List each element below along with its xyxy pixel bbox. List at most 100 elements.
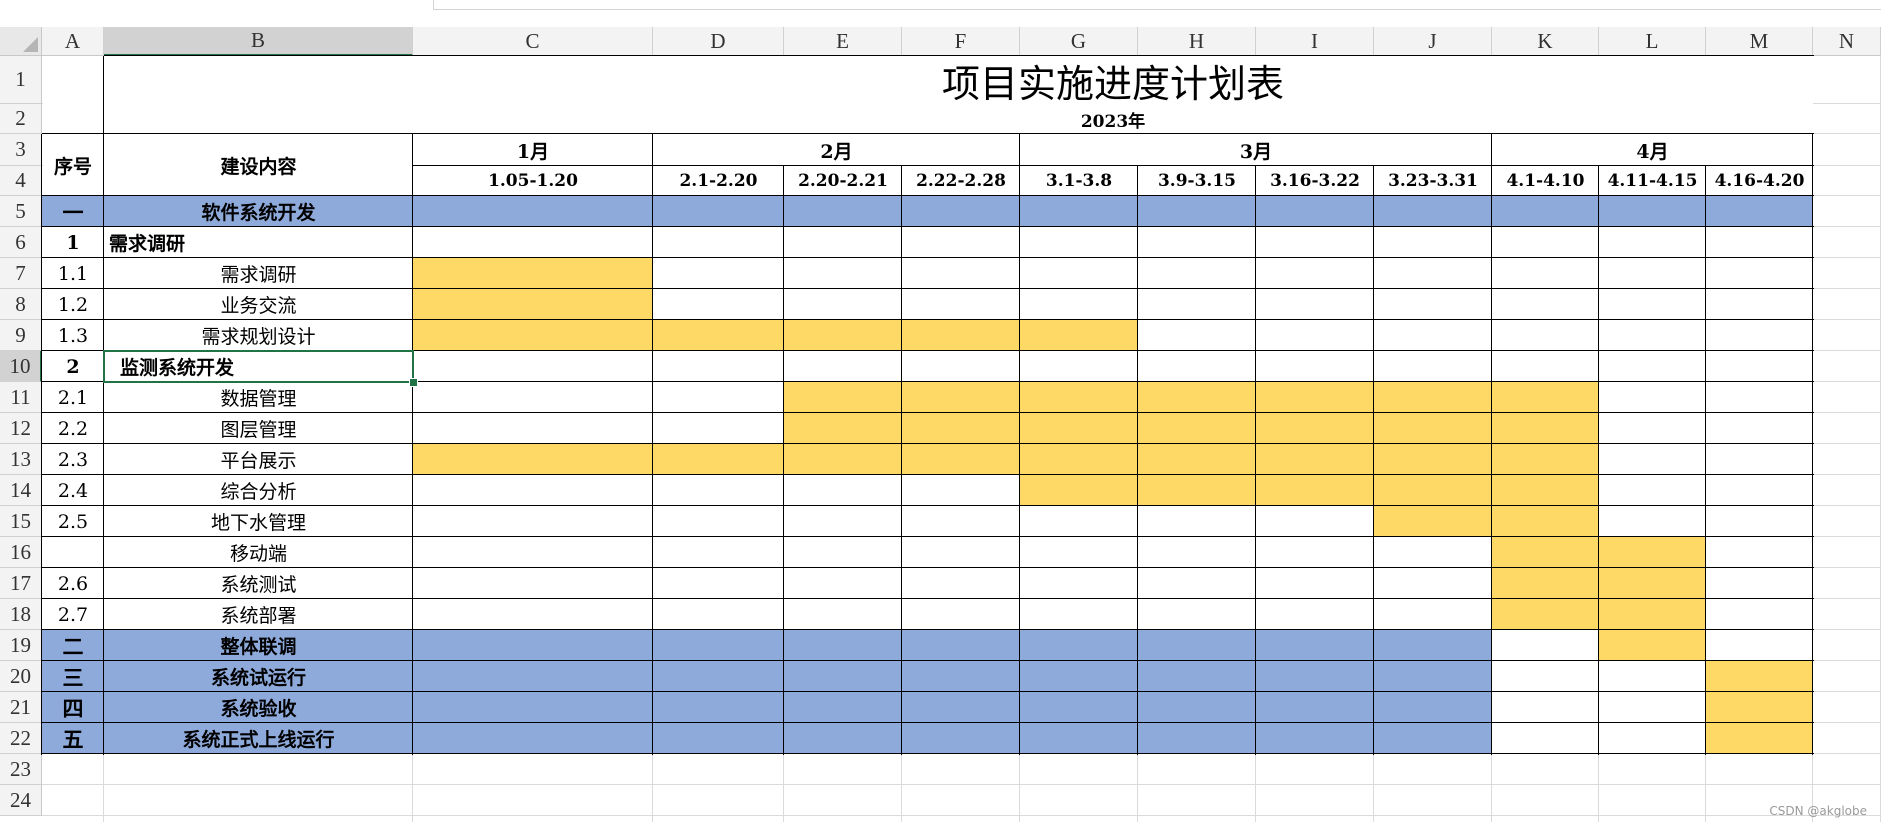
row-header-24[interactable]: 24 (0, 785, 42, 816)
task-name: 系统正式上线运行 (182, 729, 335, 751)
task-number: 一 (62, 199, 84, 225)
column-header-c[interactable]: C (413, 27, 653, 56)
table-border (652, 134, 653, 755)
task-number: 2.7 (57, 603, 89, 626)
period-header: 1.05-1.20 (488, 171, 578, 191)
table-border (42, 598, 1814, 599)
row-header-17[interactable]: 17 (0, 568, 42, 599)
task-number: 2.2 (57, 417, 89, 440)
formula-bar-area (0, 0, 1881, 27)
period-header: 2.1-2.20 (679, 171, 758, 191)
table-border (1705, 166, 1706, 755)
task-number: 1.3 (57, 324, 89, 347)
column-header-i[interactable]: I (1256, 27, 1374, 56)
row-header-14[interactable]: 14 (0, 475, 42, 506)
row-header-6[interactable]: 6 (0, 227, 42, 258)
row-header-1[interactable]: 1 (0, 56, 42, 104)
task-name: 综合分析 (220, 481, 297, 503)
schedule-bar (1706, 661, 1813, 692)
column-header-b[interactable]: B (104, 27, 413, 56)
task-name: 数据管理 (220, 388, 297, 410)
task-number (42, 537, 104, 568)
table-border (42, 257, 1814, 258)
task-name: 整体联调 (220, 636, 297, 658)
row-header-7[interactable]: 7 (0, 258, 42, 289)
table-border (1255, 166, 1256, 755)
row-header-18[interactable]: 18 (0, 599, 42, 630)
column-header-j[interactable]: J (1374, 27, 1492, 56)
column-header-g[interactable]: G (1020, 27, 1138, 56)
schedule-bar (1492, 537, 1706, 568)
table-border (1373, 166, 1374, 755)
column-header-e[interactable]: E (784, 27, 902, 56)
row-header-19[interactable]: 19 (0, 630, 42, 661)
select-all-button[interactable] (0, 27, 42, 56)
table-border (901, 166, 902, 755)
row-header-9[interactable]: 9 (0, 320, 42, 351)
column-header-n[interactable]: N (1813, 27, 1881, 56)
row-header-21[interactable]: 21 (0, 692, 42, 723)
table-border (42, 753, 1814, 754)
period-header: 3.16-3.22 (1270, 171, 1360, 191)
selected-cell-border (103, 350, 414, 383)
column-header-m[interactable]: M (1706, 27, 1813, 56)
row-header-13[interactable]: 13 (0, 444, 42, 475)
table-border (42, 474, 1814, 475)
schedule-bar (1492, 568, 1706, 599)
row-header-23[interactable]: 23 (0, 754, 42, 785)
row-header-22[interactable]: 22 (0, 723, 42, 754)
year-label: 2023年 (1080, 111, 1146, 132)
row-header-12[interactable]: 12 (0, 413, 42, 444)
period-header: 3.23-3.31 (1388, 171, 1478, 191)
task-number: 1 (66, 231, 80, 254)
task-number: 1.1 (57, 262, 89, 285)
table-border (42, 412, 1814, 413)
table-border (1137, 166, 1138, 755)
row-header-16[interactable]: 16 (0, 537, 42, 568)
column-header-h[interactable]: H (1138, 27, 1256, 56)
fill-handle[interactable] (409, 378, 418, 387)
task-name: 软件系统开发 (201, 202, 316, 224)
table-border (42, 195, 1814, 196)
table-border (1491, 134, 1492, 755)
table-border (42, 505, 1814, 506)
column-header-l[interactable]: L (1599, 27, 1706, 56)
task-number: 四 (62, 695, 84, 721)
formula-input[interactable] (433, 0, 1881, 10)
table-border (42, 133, 414, 134)
select-all-triangle-icon (23, 37, 38, 52)
period-header: 2.22-2.28 (916, 171, 1006, 191)
table-border (42, 722, 1814, 723)
month-header: 1月 (516, 140, 550, 163)
row-header-4[interactable]: 4 (0, 166, 42, 196)
row-header-2[interactable]: 2 (0, 104, 42, 134)
table-border (42, 691, 1814, 692)
month-header: 3月 (1239, 140, 1273, 163)
task-name: 需求规划设计 (201, 326, 316, 348)
column-header-d[interactable]: D (653, 27, 784, 56)
column-header-k[interactable]: K (1492, 27, 1599, 56)
row-header-11[interactable]: 11 (0, 382, 42, 413)
table-border (1812, 134, 1813, 755)
period-header: 4.16-4.20 (1714, 171, 1805, 191)
header-index: 序号 (53, 155, 92, 178)
task-name: 地下水管理 (210, 512, 306, 534)
schedule-bar (1374, 506, 1599, 537)
table-border (412, 134, 413, 755)
column-header-f[interactable]: F (902, 27, 1020, 56)
task-number: 五 (62, 726, 84, 752)
column-header-a[interactable]: A (42, 27, 104, 56)
task-name: 系统验收 (220, 698, 297, 720)
task-name: 移动端 (229, 543, 287, 565)
task-number: 2.6 (57, 572, 89, 595)
row-header-8[interactable]: 8 (0, 289, 42, 320)
row-header-10[interactable]: 10 (0, 351, 42, 382)
task-name: 需求调研 (109, 233, 186, 255)
row-header-15[interactable]: 15 (0, 506, 42, 537)
row-header-20[interactable]: 20 (0, 661, 42, 692)
table-border (1598, 166, 1599, 755)
gridline-horizontal (42, 815, 1881, 816)
row-header-3[interactable]: 3 (0, 134, 42, 166)
table-border (42, 443, 1814, 444)
row-header-5[interactable]: 5 (0, 196, 42, 227)
